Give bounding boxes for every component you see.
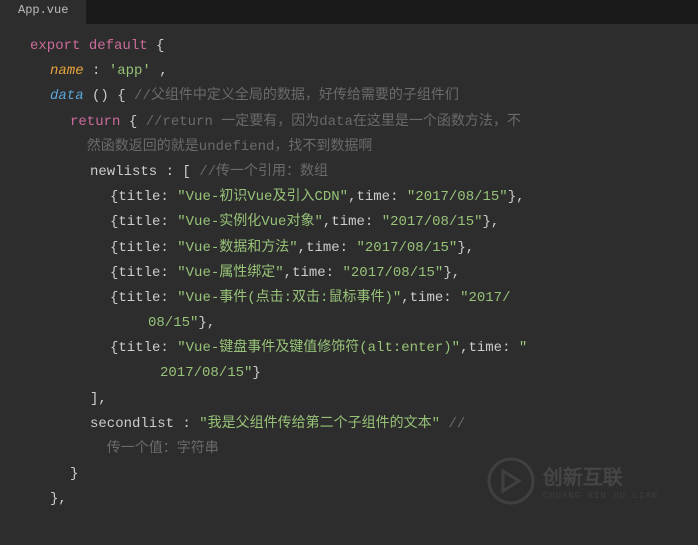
key: time (410, 290, 444, 306)
colon: : (390, 189, 407, 205)
brace: }, (443, 265, 460, 281)
colon: : (160, 290, 177, 306)
key: time (292, 265, 326, 281)
code-line: {title: "Vue-属性绑定",time: "2017/08/15"}, (0, 261, 698, 286)
brace: }, (457, 240, 474, 256)
colon: : (160, 240, 177, 256)
brace: }, (483, 214, 500, 230)
colon: : (160, 265, 177, 281)
colon: : (160, 214, 177, 230)
key: time (468, 340, 502, 356)
function-name: data (50, 88, 84, 104)
key: title (118, 340, 160, 356)
code-line: } (0, 462, 698, 487)
property-key: newlists (90, 164, 157, 180)
string: "Vue-属性绑定" (177, 265, 283, 281)
code-line: {title: "Vue-数据和方法",time: "2017/08/15"}, (0, 236, 698, 261)
code-line: ], (0, 387, 698, 412)
code-line: {title: "Vue-事件(点击:双击:鼠标事件)",time: "2017… (0, 286, 698, 311)
string: "Vue-实例化Vue对象" (177, 214, 323, 230)
key: title (118, 290, 160, 306)
comma: , (284, 265, 292, 281)
code-line: {title: "Vue-实例化Vue对象",time: "2017/08/15… (0, 210, 698, 235)
comma: , (323, 214, 331, 230)
keyword-export: export (30, 38, 80, 54)
colon: : (502, 340, 519, 356)
comment: //传一个引用：数组 (199, 164, 328, 180)
bracket: ], (90, 391, 107, 407)
colon: : (365, 214, 382, 230)
colon: : (160, 340, 177, 356)
string: 08/15" (148, 315, 198, 331)
code-line: export default { (0, 34, 698, 59)
comma: , (401, 290, 409, 306)
bracket: : [ (166, 164, 191, 180)
brace: } (252, 365, 260, 381)
code-line: 然函数返回的就是undefiend，找不到数据啊 (0, 135, 698, 160)
code-line: 08/15"}, (0, 311, 698, 336)
comment: // (448, 416, 465, 432)
tab-bar: App.vue (0, 0, 698, 24)
code-line: secondlist : "我是父组件传给第二个子组件的文本" // (0, 412, 698, 437)
comment: 然函数返回的就是undefiend，找不到数据啊 (70, 139, 372, 155)
property-name: name (50, 63, 84, 79)
brace: { (156, 38, 164, 54)
keyword-default: default (89, 38, 148, 54)
code-line: 传一个值：字符串 (0, 437, 698, 462)
string: 2017/08/15" (160, 365, 252, 381)
code-line: name : 'app' , (0, 59, 698, 84)
brace: } (70, 466, 78, 482)
brace: { (117, 88, 125, 104)
comment: //return 一定要有，因为data在这里是一个函数方法，不 (146, 114, 521, 130)
colon: : (340, 240, 357, 256)
colon: : (182, 416, 199, 432)
code-line: {title: "Vue-初识Vue及引入CDN",time: "2017/08… (0, 185, 698, 210)
colon: : (326, 265, 343, 281)
parens: () (92, 88, 109, 104)
comment: 传一个值：字符串 (90, 441, 219, 457)
string: "Vue-数据和方法" (177, 240, 297, 256)
key: title (118, 240, 160, 256)
brace: }, (198, 315, 215, 331)
comment: //父组件中定义全局的数据，好传给需要的子组件们 (134, 88, 459, 104)
string: "2017/08/15" (382, 214, 483, 230)
string: "Vue-事件(点击:双击:鼠标事件)" (177, 290, 401, 306)
key: title (118, 265, 160, 281)
file-tab[interactable]: App.vue (0, 0, 87, 24)
code-line: data () { //父组件中定义全局的数据，好传给需要的子组件们 (0, 84, 698, 109)
key: title (118, 189, 160, 205)
comma: , (298, 240, 306, 256)
string-value: 'app' (109, 63, 151, 79)
code-line: return { //return 一定要有，因为data在这里是一个函数方法，… (0, 110, 698, 135)
keyword-return: return (70, 114, 120, 130)
brace: { (129, 114, 137, 130)
string: "2017/ (460, 290, 510, 306)
string: "Vue-键盘事件及键值修饰符(alt:enter)" (177, 340, 460, 356)
string: " (519, 340, 527, 356)
key: time (306, 240, 340, 256)
property-key: secondlist (90, 416, 174, 432)
string: "Vue-初识Vue及引入CDN" (177, 189, 348, 205)
string: "2017/08/15" (356, 240, 457, 256)
code-line: 2017/08/15"} (0, 361, 698, 386)
code-line: newlists : [ //传一个引用：数组 (0, 160, 698, 185)
key: time (356, 189, 390, 205)
colon: : (443, 290, 460, 306)
key: time (331, 214, 365, 230)
brace: }, (508, 189, 525, 205)
string: "2017/08/15" (342, 265, 443, 281)
brace: }, (50, 491, 67, 507)
colon: : (92, 63, 109, 79)
code-line: }, (0, 487, 698, 512)
comma: , (159, 63, 167, 79)
string-value: "我是父组件传给第二个子组件的文本" (199, 416, 440, 432)
key: title (118, 214, 160, 230)
code-editor[interactable]: export default { name : 'app' , data () … (0, 24, 698, 523)
string: "2017/08/15" (407, 189, 508, 205)
colon: : (160, 189, 177, 205)
code-line: {title: "Vue-键盘事件及键值修饰符(alt:enter)",time… (0, 336, 698, 361)
